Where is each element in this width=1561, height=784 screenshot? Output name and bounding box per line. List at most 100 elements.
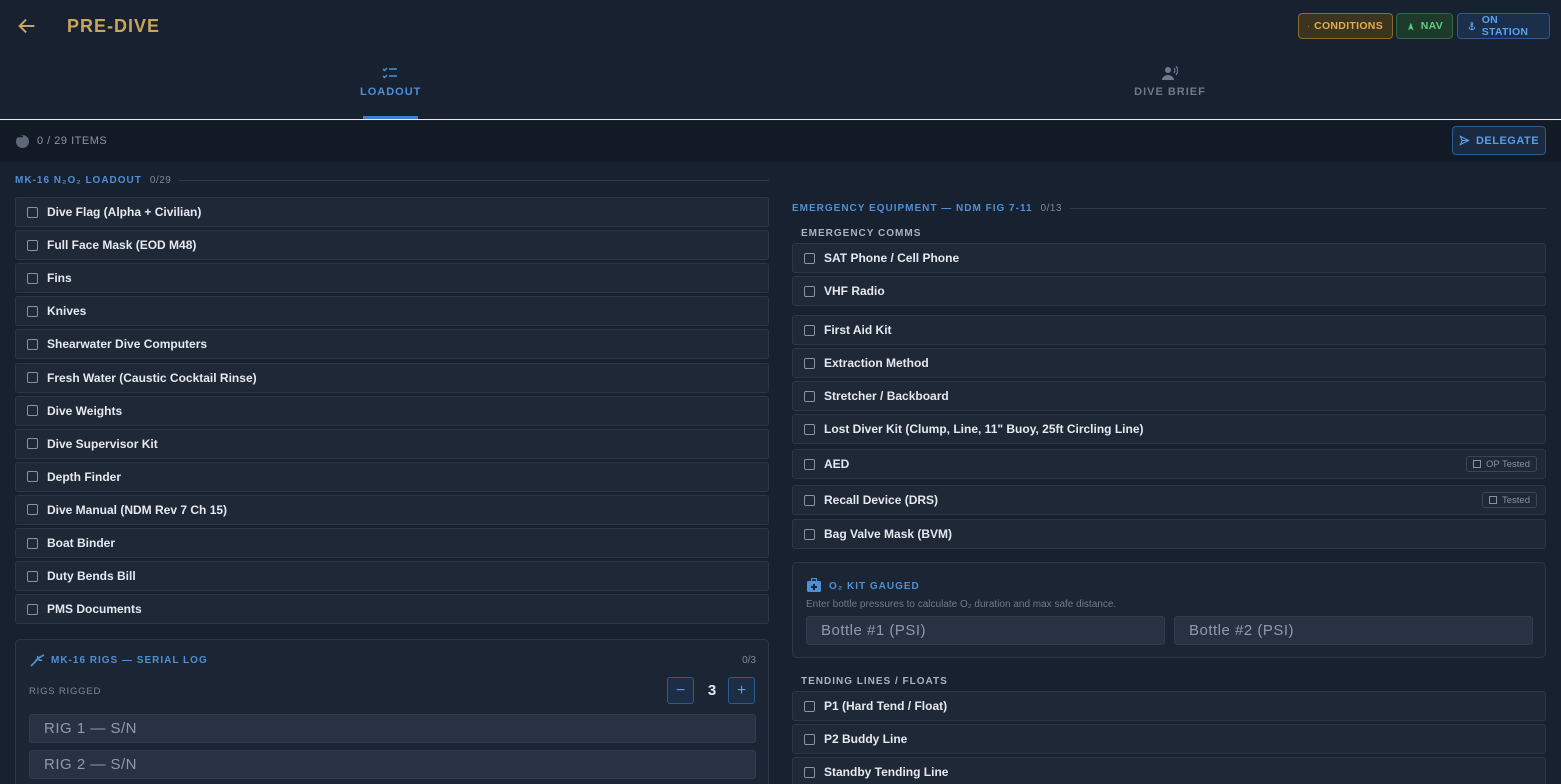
item-label: Standby Tending Line <box>824 765 949 779</box>
emergency-item[interactable]: Lost Diver Kit (Clump, Line, 11" Buoy, 2… <box>792 414 1546 444</box>
conditions-label: CONDITIONS <box>1314 20 1383 32</box>
tested-toggle[interactable]: OP Tested <box>1465 456 1537 472</box>
item-label: Stretcher / Backboard <box>824 389 949 403</box>
status-bar: 0 / 29 ITEMS <box>0 121 1561 162</box>
tab-loadout-label: LOADOUT <box>360 86 422 98</box>
delegate-button[interactable]: DELEGATE <box>1452 126 1546 155</box>
emergency-section-header: EMERGENCY EQUIPMENT — NDM FIG 7-11 0/13 <box>792 203 1546 214</box>
loadout-item[interactable]: Dive Supervisor Kit <box>15 428 769 459</box>
delegate-label: DELEGATE <box>1475 134 1540 147</box>
checkbox[interactable] <box>804 494 815 506</box>
loadout-item[interactable]: Shearwater Dive Computers <box>15 329 769 360</box>
checkbox[interactable] <box>27 537 38 549</box>
item-label: VHF Radio <box>824 284 885 298</box>
checkbox[interactable] <box>804 324 815 336</box>
emergency-item[interactable]: Recall Device (DRS) Tested <box>792 485 1546 515</box>
on-station-button[interactable]: ON STATION <box>1457 13 1550 39</box>
tested-checkbox[interactable] <box>1489 496 1497 504</box>
checkbox[interactable] <box>27 272 38 284</box>
active-tab-indicator <box>363 116 418 119</box>
back-arrow-icon[interactable] <box>16 15 38 37</box>
item-label: Fresh Water (Caustic Cocktail Rinse) <box>47 370 257 385</box>
checkbox[interactable] <box>804 390 815 402</box>
checkbox[interactable] <box>804 766 815 778</box>
tested-label: OP Tested <box>1485 458 1530 470</box>
checkbox[interactable] <box>27 603 38 615</box>
rig-2-serial-input[interactable]: RIG 2 — S/N <box>29 750 756 779</box>
emergency-item[interactable]: First Aid Kit <box>792 315 1546 345</box>
item-label: Boat Binder <box>47 536 116 550</box>
tending-item[interactable]: P1 (Hard Tend / Float) <box>792 691 1546 721</box>
item-label: Recall Device (DRS) <box>824 493 939 507</box>
checkbox[interactable] <box>804 733 815 745</box>
tab-bar: LOADOUT DIVE BRIEF <box>0 52 1561 120</box>
loadout-section-header: MK-16 N₂O₂ LOADOUT 0/29 <box>15 175 769 186</box>
checklist-icon <box>382 67 397 79</box>
tab-dive-brief[interactable]: DIVE BRIEF <box>1130 66 1210 98</box>
emergency-item[interactable]: Bag Valve Mask (BVM) <box>792 519 1546 549</box>
checkbox[interactable] <box>27 471 38 483</box>
checkbox[interactable] <box>27 504 38 516</box>
checkbox[interactable] <box>804 700 815 712</box>
o2-kit-card: O₂ KIT GAUGED Enter bottle pressures to … <box>792 562 1546 658</box>
anchor-icon <box>1468 21 1476 30</box>
tested-checkbox[interactable] <box>1472 460 1481 468</box>
emergency-comms-item[interactable]: VHF Radio <box>792 276 1546 306</box>
checkbox[interactable] <box>804 357 815 369</box>
tab-dive-brief-label: DIVE BRIEF <box>1134 86 1206 98</box>
loadout-item[interactable]: PMS Documents <box>15 594 769 625</box>
item-label: Dive Supervisor Kit <box>47 436 158 451</box>
checkbox[interactable] <box>27 239 38 251</box>
rig-1-serial-input[interactable]: RIG 1 — S/N <box>29 714 756 743</box>
checkbox[interactable] <box>27 438 38 450</box>
increment-button[interactable]: + <box>728 677 755 704</box>
tab-loadout[interactable]: LOADOUT <box>360 66 420 98</box>
medical-kit-icon <box>807 578 821 592</box>
item-label: Dive Flag (Alpha + Civilian) <box>47 205 202 219</box>
checkbox[interactable] <box>804 285 815 297</box>
decrement-button[interactable]: − <box>667 677 694 704</box>
tending-item[interactable]: Standby Tending Line <box>792 757 1546 784</box>
emergency-item[interactable]: AED OP Tested <box>792 449 1546 479</box>
conditions-button[interactable]: CONDITIONS <box>1298 13 1393 39</box>
emergency-item[interactable]: Stretcher / Backboard <box>792 381 1546 411</box>
divider <box>1069 208 1546 209</box>
item-label: PMS Documents <box>47 602 142 617</box>
rigs-count: 0/3 <box>742 655 756 666</box>
checkbox[interactable] <box>804 423 815 435</box>
tested-toggle[interactable]: Tested <box>1482 492 1537 508</box>
loadout-item[interactable]: Duty Bends Bill <box>15 561 769 592</box>
item-label: Dive Weights <box>47 403 123 418</box>
loadout-count: 0/29 <box>149 175 172 186</box>
checkbox[interactable] <box>27 206 38 218</box>
tested-label: Tested <box>1502 494 1530 506</box>
checkbox[interactable] <box>27 405 38 417</box>
items-progress-text: 0 / 29 ITEMS <box>37 135 108 147</box>
checkbox[interactable] <box>27 372 38 383</box>
bottle-1-psi-input[interactable]: Bottle #1 (PSI) <box>806 616 1165 645</box>
loadout-item[interactable]: Boat Binder <box>15 528 769 558</box>
emergency-comms-item[interactable]: SAT Phone / Cell Phone <box>792 243 1546 273</box>
bottle-2-psi-input[interactable]: Bottle #2 (PSI) <box>1174 616 1533 645</box>
tending-lines-label: TENDING LINES / FLOATS <box>801 676 948 687</box>
loadout-item[interactable]: Fins <box>15 263 769 294</box>
checkbox[interactable] <box>804 458 815 470</box>
checkbox[interactable] <box>804 252 815 264</box>
loadout-item[interactable]: Dive Manual (NDM Rev 7 Ch 15) <box>15 494 769 525</box>
nav-button[interactable]: NAV <box>1396 13 1453 39</box>
wrench-icon <box>30 654 45 667</box>
checkbox[interactable] <box>27 305 38 317</box>
emergency-item[interactable]: Extraction Method <box>792 348 1546 378</box>
tending-item[interactable]: P2 Buddy Line <box>792 724 1546 754</box>
loadout-item[interactable]: Depth Finder <box>15 461 769 492</box>
loadout-item[interactable]: Fresh Water (Caustic Cocktail Rinse) <box>15 362 769 393</box>
loadout-item[interactable]: Dive Flag (Alpha + Civilian) <box>15 197 769 227</box>
checkbox[interactable] <box>804 528 815 540</box>
loadout-item[interactable]: Knives <box>15 296 769 327</box>
navigation-arrow-icon <box>1408 21 1414 31</box>
loadout-item[interactable]: Full Face Mask (EOD M48) <box>15 230 769 261</box>
checkbox[interactable] <box>27 570 38 582</box>
loadout-item[interactable]: Dive Weights <box>15 395 769 426</box>
rigs-serial-card: MK-16 RIGS — SERIAL LOG 0/3 RIGS RIGGED … <box>15 639 769 784</box>
checkbox[interactable] <box>27 338 38 350</box>
